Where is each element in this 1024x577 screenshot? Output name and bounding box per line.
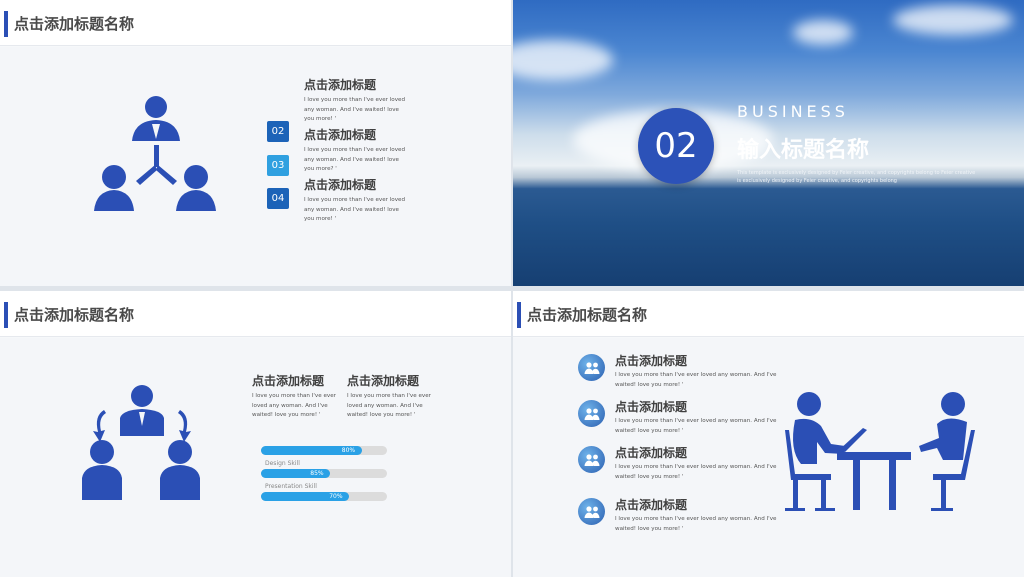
item-title: 点击添加标题 — [615, 354, 688, 368]
column-text: I love you more than I've ever loved any… — [252, 393, 336, 419]
item-number-badge: 04 — [267, 188, 289, 209]
column-text: I love you more than I've ever loved any… — [347, 393, 431, 419]
slide-header: 点击添加标题名称 — [0, 0, 511, 46]
cloud — [793, 20, 853, 45]
slide-2[interactable]: 02 BUSINESS 输入标题名称 This template is excl… — [513, 0, 1024, 286]
progress-bar: 85% — [261, 469, 387, 478]
item-number-badge: 03 — [267, 155, 289, 176]
item-title: 点击添加标题 — [615, 400, 688, 414]
progress-bar: 80% — [261, 446, 387, 455]
slide2-title: 输入标题名称 — [737, 138, 870, 163]
item-title: 点击添加标题 — [304, 78, 377, 92]
circle-number: 02 — [654, 126, 698, 166]
item-text: I love you more than I've ever loved any… — [304, 97, 406, 123]
header-accent-bar — [4, 302, 8, 328]
slide-body: 点击添加标题 I love you more than I've ever lo… — [0, 338, 511, 577]
column-title: 点击添加标题 — [347, 374, 420, 388]
item-number-badge: 02 — [267, 121, 289, 142]
slide-body: 点击添加标题 I love you more than I've ever lo… — [0, 47, 511, 286]
slide-header: 点击添加标题名称 — [0, 291, 511, 337]
item-text: I love you more than I've ever loved any… — [615, 418, 777, 434]
progress-label: Design Skill — [265, 460, 300, 467]
slide-4[interactable]: 点击添加标题名称 点击添加标题 I love you more than I've… — [513, 291, 1024, 577]
slide2-text: This template is exclusively designed by… — [737, 170, 976, 184]
meeting-people-icon — [785, 392, 975, 511]
people-circle-icon — [578, 400, 605, 427]
slide-title: 点击添加标题名称 — [527, 306, 648, 324]
team-hierarchy-icon — [94, 96, 216, 211]
item-text: I love you more than I've ever loved any… — [615, 372, 777, 388]
item-title: 点击添加标题 — [304, 178, 377, 192]
progress-value: 70% — [329, 493, 343, 500]
item-title: 点击添加标题 — [304, 128, 377, 142]
item-title: 点击添加标题 — [615, 498, 688, 512]
cloud — [893, 5, 1013, 35]
item-title: 点击添加标题 — [615, 446, 688, 460]
team-flow-icon — [82, 385, 200, 500]
progress-value: 85% — [310, 470, 324, 477]
column-title: 点击添加标题 — [252, 374, 325, 388]
header-accent-bar — [517, 302, 521, 328]
number-circle: 02 — [638, 108, 714, 184]
slide-header: 点击添加标题名称 — [513, 291, 1024, 337]
people-circle-icon — [578, 498, 605, 525]
header-accent-bar — [4, 11, 8, 37]
slide-title: 点击添加标题名称 — [14, 15, 135, 33]
people-circle-icon — [578, 446, 605, 473]
progress-label: Presentation Skill — [265, 483, 317, 490]
progress-value: 80% — [341, 447, 356, 454]
item-text: I love you more than I've ever loved any… — [615, 464, 777, 480]
slide-1[interactable]: 点击添加标题名称 点击添加标题 I love you more than I'v… — [0, 0, 511, 286]
people-circle-icon — [578, 354, 605, 381]
slide-title: 点击添加标题名称 — [14, 306, 135, 324]
progress-bar: 70% — [261, 492, 387, 501]
item-text: I love you more than I've ever loved any… — [615, 516, 777, 532]
slide-3[interactable]: 点击添加标题名称 点击添加标题 I love you more than I'v… — [0, 291, 511, 577]
item-text: I love you more than I've ever loved any… — [304, 147, 406, 173]
item-text: I love you more than I've ever loved any… — [304, 197, 406, 223]
business-label: BUSINESS — [737, 102, 849, 121]
slide-body: 点击添加标题 I love you more than I've ever lov… — [513, 338, 1024, 577]
